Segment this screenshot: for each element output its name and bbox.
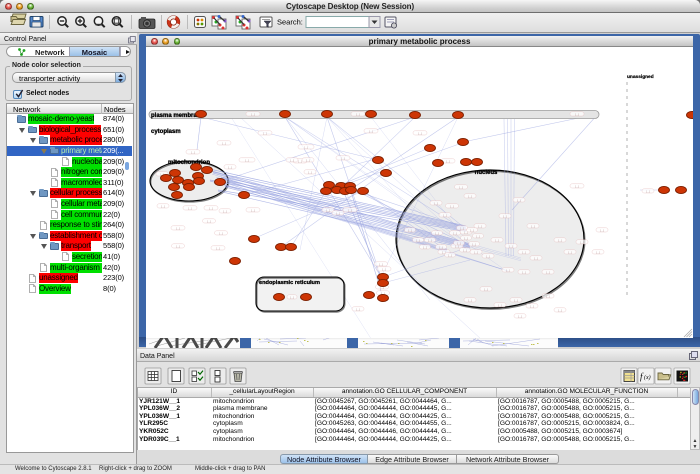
svg-text:[...]: [...] bbox=[498, 303, 502, 307]
svg-text:[...]: [...] bbox=[176, 244, 180, 248]
svg-text:[...]: [...] bbox=[216, 246, 220, 250]
svg-text:[...]: [...] bbox=[457, 241, 461, 245]
svg-text:[...]: [...] bbox=[459, 185, 463, 189]
svg-text:[...]: [...] bbox=[522, 250, 526, 254]
svg-text:[...]: [...] bbox=[518, 314, 522, 318]
svg-text:[...]: [...] bbox=[326, 208, 330, 212]
svg-text:[...]: [...] bbox=[522, 270, 526, 274]
svg-text:[...]: [...] bbox=[568, 250, 572, 254]
svg-text:[...]: [...] bbox=[646, 189, 650, 193]
svg-text:mitochondrion: mitochondrion bbox=[168, 160, 210, 166]
svg-text:[...]: [...] bbox=[435, 231, 439, 235]
svg-text:[...]: [...] bbox=[191, 150, 195, 154]
svg-text:[...]: [...] bbox=[558, 308, 562, 312]
svg-text:[...]: [...] bbox=[304, 145, 308, 149]
svg-text:[...]: [...] bbox=[209, 206, 213, 210]
svg-text:[...]: [...] bbox=[484, 287, 488, 291]
svg-text:[...]: [...] bbox=[596, 250, 600, 254]
svg-text:[...]: [...] bbox=[546, 294, 550, 298]
svg-text:endoplasmic reticulum: endoplasmic reticulum bbox=[259, 280, 320, 286]
svg-text:[...]: [...] bbox=[509, 244, 513, 248]
svg-text:[...]: [...] bbox=[434, 201, 438, 205]
svg-text:[...]: [...] bbox=[379, 262, 383, 266]
svg-text:[...]: [...] bbox=[223, 209, 227, 213]
svg-text:[...]: [...] bbox=[298, 159, 302, 163]
svg-text:[...]: [...] bbox=[546, 270, 550, 274]
svg-text:[...]: [...] bbox=[470, 228, 474, 232]
svg-text:[...]: [...] bbox=[336, 211, 340, 215]
svg-text:[...]: [...] bbox=[348, 208, 352, 212]
svg-text:[...]: [...] bbox=[474, 250, 478, 254]
svg-text:[...]: [...] bbox=[506, 268, 510, 272]
svg-text:[...]: [...] bbox=[369, 129, 373, 133]
svg-text:[...]: [...] bbox=[408, 228, 412, 232]
svg-text:[...]: [...] bbox=[478, 224, 482, 228]
svg-text:[...]: [...] bbox=[446, 159, 450, 163]
svg-text:(x): (x) bbox=[644, 374, 651, 381]
svg-text:[...]: [...] bbox=[495, 238, 499, 242]
svg-text:[...]: [...] bbox=[439, 245, 443, 249]
svg-text:[...]: [...] bbox=[263, 131, 267, 135]
svg-text:[...]: [...] bbox=[416, 238, 420, 242]
svg-text:[...]: [...] bbox=[423, 245, 427, 249]
svg-text:[...]: [...] bbox=[245, 158, 249, 162]
svg-text:[...]: [...] bbox=[558, 238, 562, 242]
svg-text:[...]: [...] bbox=[464, 236, 468, 240]
svg-text:[...]: [...] bbox=[531, 224, 535, 228]
svg-text:[...]: [...] bbox=[575, 112, 579, 116]
svg-text:[...]: [...] bbox=[575, 184, 579, 188]
svg-text:[...]: [...] bbox=[450, 204, 454, 208]
svg-text:[...]: [...] bbox=[219, 231, 223, 235]
svg-text:[...]: [...] bbox=[222, 141, 226, 145]
svg-text:[...]: [...] bbox=[468, 194, 472, 198]
svg-text:[...]: [...] bbox=[228, 165, 232, 169]
svg-text:[...]: [...] bbox=[460, 226, 464, 230]
svg-text:[...]: [...] bbox=[463, 248, 467, 252]
svg-text:Search:: Search: bbox=[277, 18, 303, 27]
svg-text:[...]: [...] bbox=[382, 267, 386, 271]
svg-text:[...]: [...] bbox=[600, 228, 604, 232]
svg-text:[...]: [...] bbox=[251, 208, 255, 212]
svg-text:[...]: [...] bbox=[534, 256, 538, 260]
svg-text:[...]: [...] bbox=[207, 219, 211, 223]
svg-text:[...]: [...] bbox=[443, 213, 447, 217]
svg-text:[...]: [...] bbox=[517, 198, 521, 202]
svg-text:[...]: [...] bbox=[486, 254, 490, 258]
svg-text:cytoplasm: cytoplasm bbox=[151, 129, 181, 135]
svg-text:[...]: [...] bbox=[251, 112, 255, 116]
svg-text:[...]: [...] bbox=[290, 158, 294, 162]
svg-text:[...]: [...] bbox=[476, 234, 480, 238]
svg-text:nucleus: nucleus bbox=[475, 170, 498, 176]
svg-text:[...]: [...] bbox=[176, 226, 180, 230]
svg-text:[...]: [...] bbox=[580, 240, 584, 244]
svg-text:[...]: [...] bbox=[356, 307, 360, 311]
svg-text:unassigned: unassigned bbox=[627, 74, 654, 80]
svg-text:[...]: [...] bbox=[448, 253, 452, 257]
svg-text:[...]: [...] bbox=[161, 204, 165, 208]
svg-text:[...]: [...] bbox=[530, 304, 534, 308]
svg-text:[...]: [...] bbox=[308, 170, 312, 174]
svg-text:[...]: [...] bbox=[418, 131, 422, 135]
svg-text:[...]: [...] bbox=[514, 298, 518, 302]
svg-text:[...]: [...] bbox=[428, 238, 432, 242]
svg-text:[...]: [...] bbox=[453, 231, 457, 235]
svg-text:[...]: [...] bbox=[472, 242, 476, 246]
svg-text:[...]: [...] bbox=[306, 158, 310, 162]
svg-text:[...]: [...] bbox=[356, 112, 360, 116]
svg-text:[...]: [...] bbox=[188, 206, 192, 210]
svg-text:[...]: [...] bbox=[290, 295, 294, 299]
svg-text:[...]: [...] bbox=[503, 214, 507, 218]
svg-text:[...]: [...] bbox=[341, 156, 345, 160]
svg-text:[...]: [...] bbox=[468, 298, 472, 302]
